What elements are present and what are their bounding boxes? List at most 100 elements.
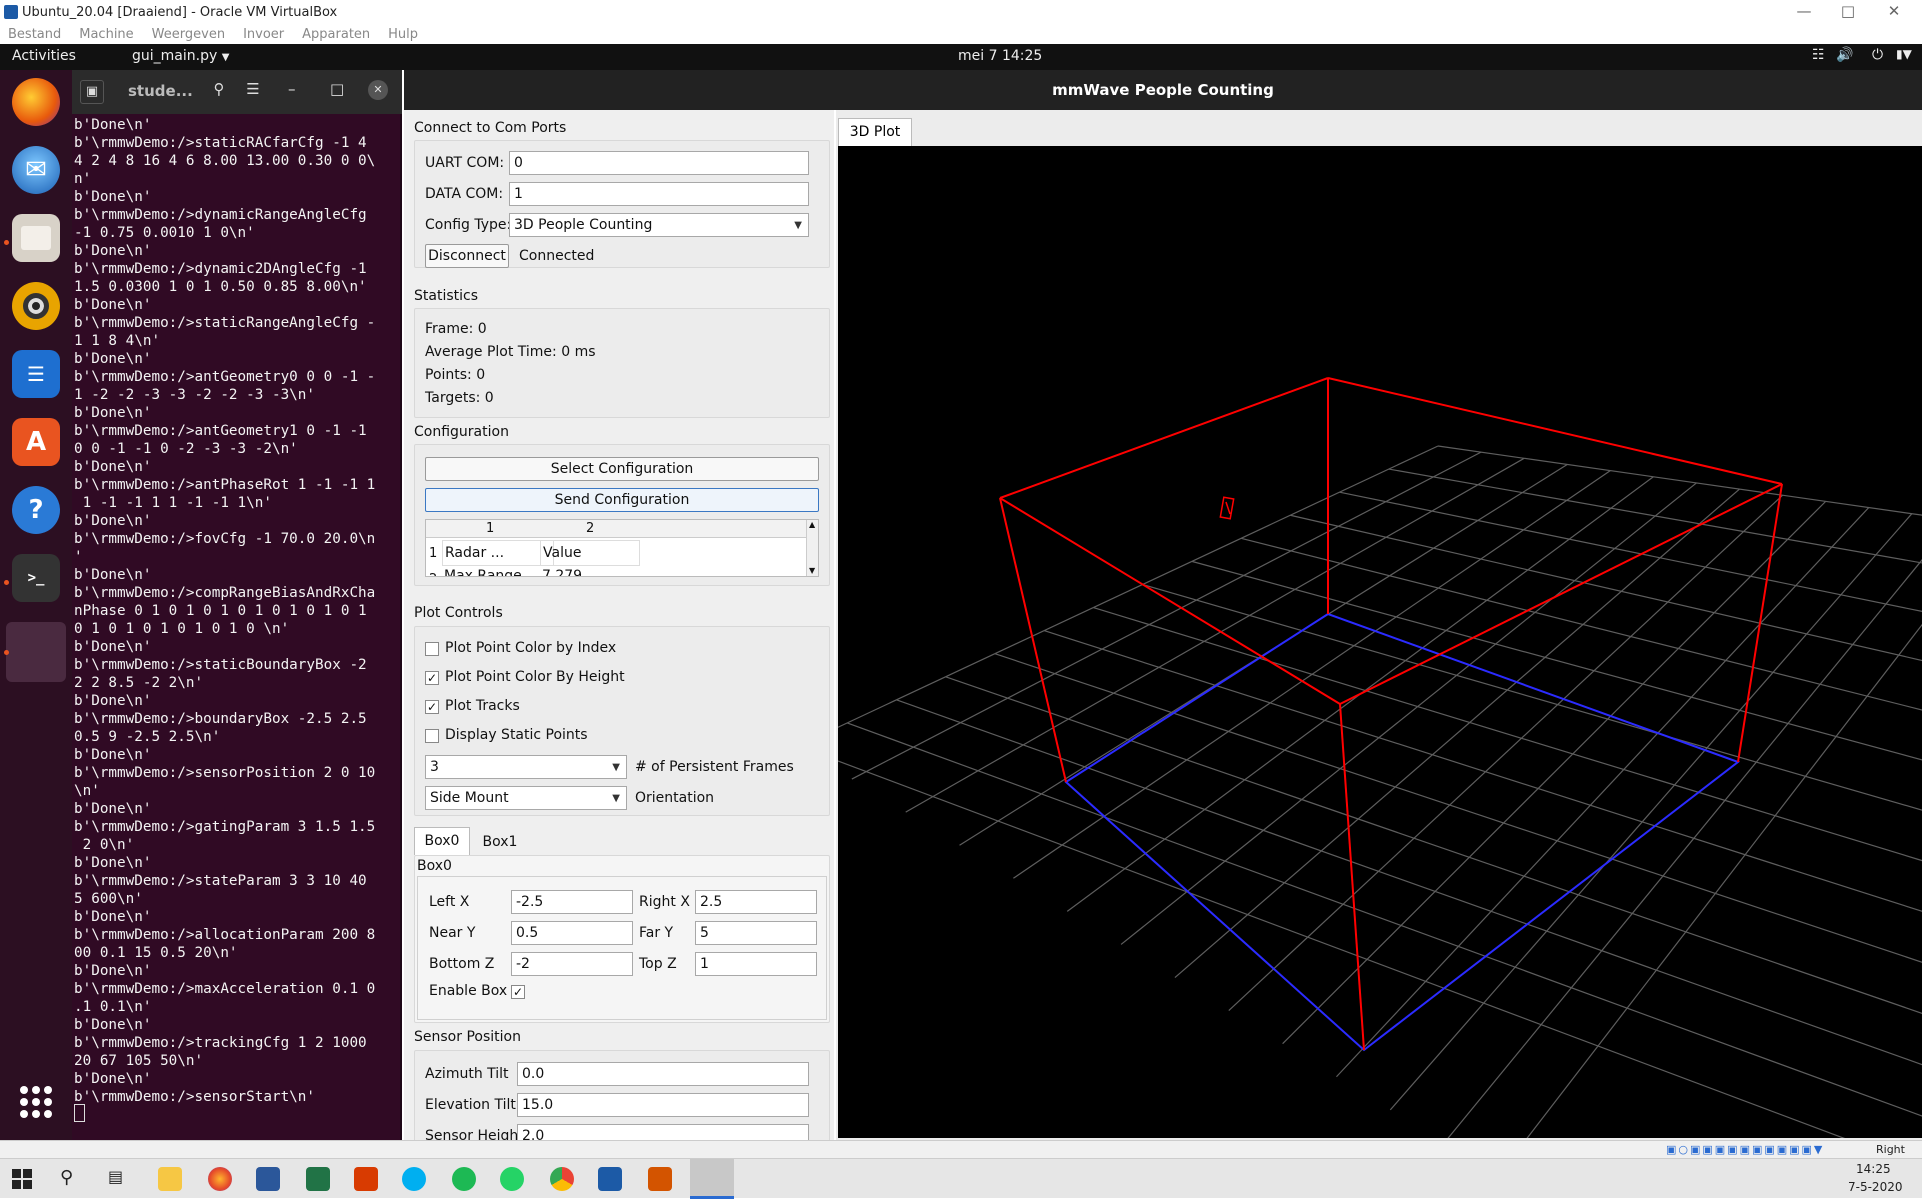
minimize-icon[interactable]: — <box>1784 2 1824 20</box>
task-view-icon[interactable]: ▤ <box>108 1167 132 1191</box>
disconnect-button[interactable]: Disconnect <box>425 244 509 268</box>
bottom-z-input[interactable]: -2 <box>511 952 633 976</box>
thunderbird-icon[interactable]: ✉ <box>12 146 60 194</box>
clock[interactable]: mei 7 14:25 <box>958 48 1042 64</box>
app-icon[interactable] <box>648 1167 672 1191</box>
maximize-icon[interactable]: □ <box>1828 2 1868 20</box>
firefox-taskbar-icon[interactable] <box>208 1167 232 1191</box>
new-tab-icon[interactable]: ▣ <box>80 80 104 104</box>
table-cell[interactable]: Max Range <box>442 568 524 576</box>
terminal-line: b'Done\n' <box>74 1071 152 1087</box>
writer-icon[interactable]: ☰ <box>12 350 60 398</box>
sensor-group: Azimuth Tilt 0.0 Elevation Tilt 15.0 Sen… <box>414 1050 830 1144</box>
menu-weergeven[interactable]: Weergeven <box>152 27 225 42</box>
whatsapp-icon[interactable] <box>500 1167 524 1191</box>
firefox-icon[interactable] <box>12 78 60 126</box>
device-icons[interactable]: ▣○▣▣▣▣▣▣▣▣▣▣▼ <box>1666 1143 1824 1156</box>
excel-icon[interactable] <box>306 1167 330 1191</box>
select-config-button[interactable]: Select Configuration <box>425 457 819 481</box>
chrome-icon[interactable] <box>550 1167 574 1191</box>
azimuth-input[interactable]: 0.0 <box>517 1062 809 1086</box>
config-type-select[interactable]: 3D People Counting ▼ <box>509 213 809 237</box>
rhythmbox-icon[interactable] <box>12 282 60 330</box>
right-x-input[interactable]: 2.5 <box>695 890 817 914</box>
menu-hulp[interactable]: Hulp <box>388 27 418 42</box>
python-window-icon[interactable] <box>6 622 66 682</box>
network-icon[interactable]: ☷ <box>1812 47 1825 63</box>
near-y-input[interactable]: 0.5 <box>511 921 633 945</box>
menu-machine[interactable]: Machine <box>79 27 133 42</box>
terminal-headerbar: ▣ stude... ⚲ ☰ – □ ✕ <box>72 70 402 114</box>
terminal-window[interactable]: ▣ stude... ⚲ ☰ – □ ✕ b'Done\n' b'\rmmwDem… <box>72 70 402 1140</box>
menu-apparaten[interactable]: Apparaten <box>302 27 370 42</box>
menu-bestand[interactable]: Bestand <box>8 27 61 42</box>
minimize-icon[interactable]: – <box>288 80 296 98</box>
3d-plot-canvas[interactable] <box>797 146 1922 1177</box>
show-apps-icon[interactable] <box>20 1086 52 1118</box>
tab-3d-plot[interactable]: 3D Plot <box>838 118 912 146</box>
taskbar-time[interactable]: 14:25 <box>1856 1162 1891 1176</box>
persistent-frames-select[interactable]: 3 ▼ <box>425 755 627 779</box>
tab-box0[interactable]: Box0 <box>414 827 470 855</box>
stats-title: Statistics <box>414 288 478 304</box>
terminal-line: b'\rmmwDemo:/>boundaryBox -2.5 2.5 <box>74 711 367 727</box>
left-x-input[interactable]: -2.5 <box>511 890 633 914</box>
word-icon[interactable] <box>256 1167 280 1191</box>
maximize-icon[interactable]: □ <box>330 80 344 98</box>
app-title: mmWave People Counting <box>1052 81 1274 99</box>
files-icon[interactable] <box>12 214 60 262</box>
table-cell[interactable]: Value <box>540 540 640 566</box>
tab-box1[interactable]: Box1 <box>472 829 528 855</box>
orientation-select[interactable]: Side Mount ▼ <box>425 786 627 810</box>
box-panel: Box0 Left X -2.5 Right X 2.5 Near Y 0.5 … <box>414 855 830 1023</box>
checkbox-color-by-index[interactable] <box>425 642 439 656</box>
battery-icon[interactable]: ▮▼ <box>1896 47 1912 61</box>
close-icon[interactable]: ✕ <box>1874 2 1914 20</box>
search-icon[interactable]: ⚲ <box>60 1167 84 1191</box>
terminal-icon[interactable]: >_ <box>12 554 60 602</box>
grid-line <box>1043 630 1922 912</box>
skype-icon[interactable] <box>402 1167 426 1191</box>
software-icon[interactable]: A <box>12 418 60 466</box>
table-cell[interactable]: 7.279 <box>542 568 582 576</box>
power-icon[interactable]: ⏻ <box>1872 47 1883 63</box>
box-edge <box>1339 703 1365 1051</box>
spotify-icon[interactable] <box>452 1167 476 1191</box>
far-y-input[interactable]: 5 <box>695 921 817 945</box>
elevation-input[interactable]: 15.0 <box>517 1093 809 1117</box>
uart-input[interactable]: 0 <box>509 151 809 175</box>
app-menu[interactable]: gui_main.py ▼ <box>132 48 229 64</box>
data-com-input[interactable]: 1 <box>509 182 809 206</box>
table-scrollbar[interactable]: ▲ ▼ <box>806 520 818 576</box>
terminal-output: b'Done\n' b'\rmmwDemo:/>staticRACfarCfg -… <box>74 116 400 1106</box>
windows-start-icon[interactable] <box>12 1169 32 1189</box>
app-icon[interactable] <box>354 1167 378 1191</box>
help-icon[interactable]: ? <box>12 486 60 534</box>
checkbox-color-by-height[interactable]: ✓ <box>425 671 439 685</box>
checkbox-enable-box[interactable]: ✓ <box>511 985 525 999</box>
checkbox-static-points[interactable] <box>425 729 439 743</box>
top-z-input[interactable]: 1 <box>695 952 817 976</box>
menu-invoer[interactable]: Invoer <box>243 27 284 42</box>
terminal-line: \n' <box>74 783 100 799</box>
volume-icon[interactable]: 🔊 <box>1836 47 1853 63</box>
left-x-label: Left X <box>429 894 470 910</box>
taskbar-date[interactable]: 7-5-2020 <box>1848 1180 1902 1194</box>
send-config-button[interactable]: Send Configuration <box>425 488 819 512</box>
active-app-icon[interactable] <box>690 1159 734 1199</box>
config-table[interactable]: 1 2 1 Radar ... Value 2 Max Range 7.279 … <box>425 519 819 577</box>
close-icon[interactable]: ✕ <box>368 80 388 100</box>
table-col-2[interactable]: 2 <box>586 521 594 536</box>
chevron-up-icon[interactable]: ▲ <box>809 520 815 529</box>
file-explorer-icon[interactable] <box>158 1167 182 1191</box>
3d-plot-view[interactable] <box>797 146 1922 1177</box>
table-cell[interactable]: Radar ... <box>442 540 554 566</box>
hamburger-menu-icon[interactable]: ☰ <box>238 80 268 104</box>
table-col-1[interactable]: 1 <box>486 521 494 536</box>
checkbox-plot-tracks[interactable]: ✓ <box>425 700 439 714</box>
search-icon[interactable]: ⚲ <box>204 80 234 104</box>
virtualbox-icon[interactable] <box>598 1167 622 1191</box>
chevron-down-icon: ▼ <box>794 220 802 231</box>
activities-button[interactable]: Activities <box>12 48 76 64</box>
chevron-down-icon[interactable]: ▼ <box>809 566 815 575</box>
